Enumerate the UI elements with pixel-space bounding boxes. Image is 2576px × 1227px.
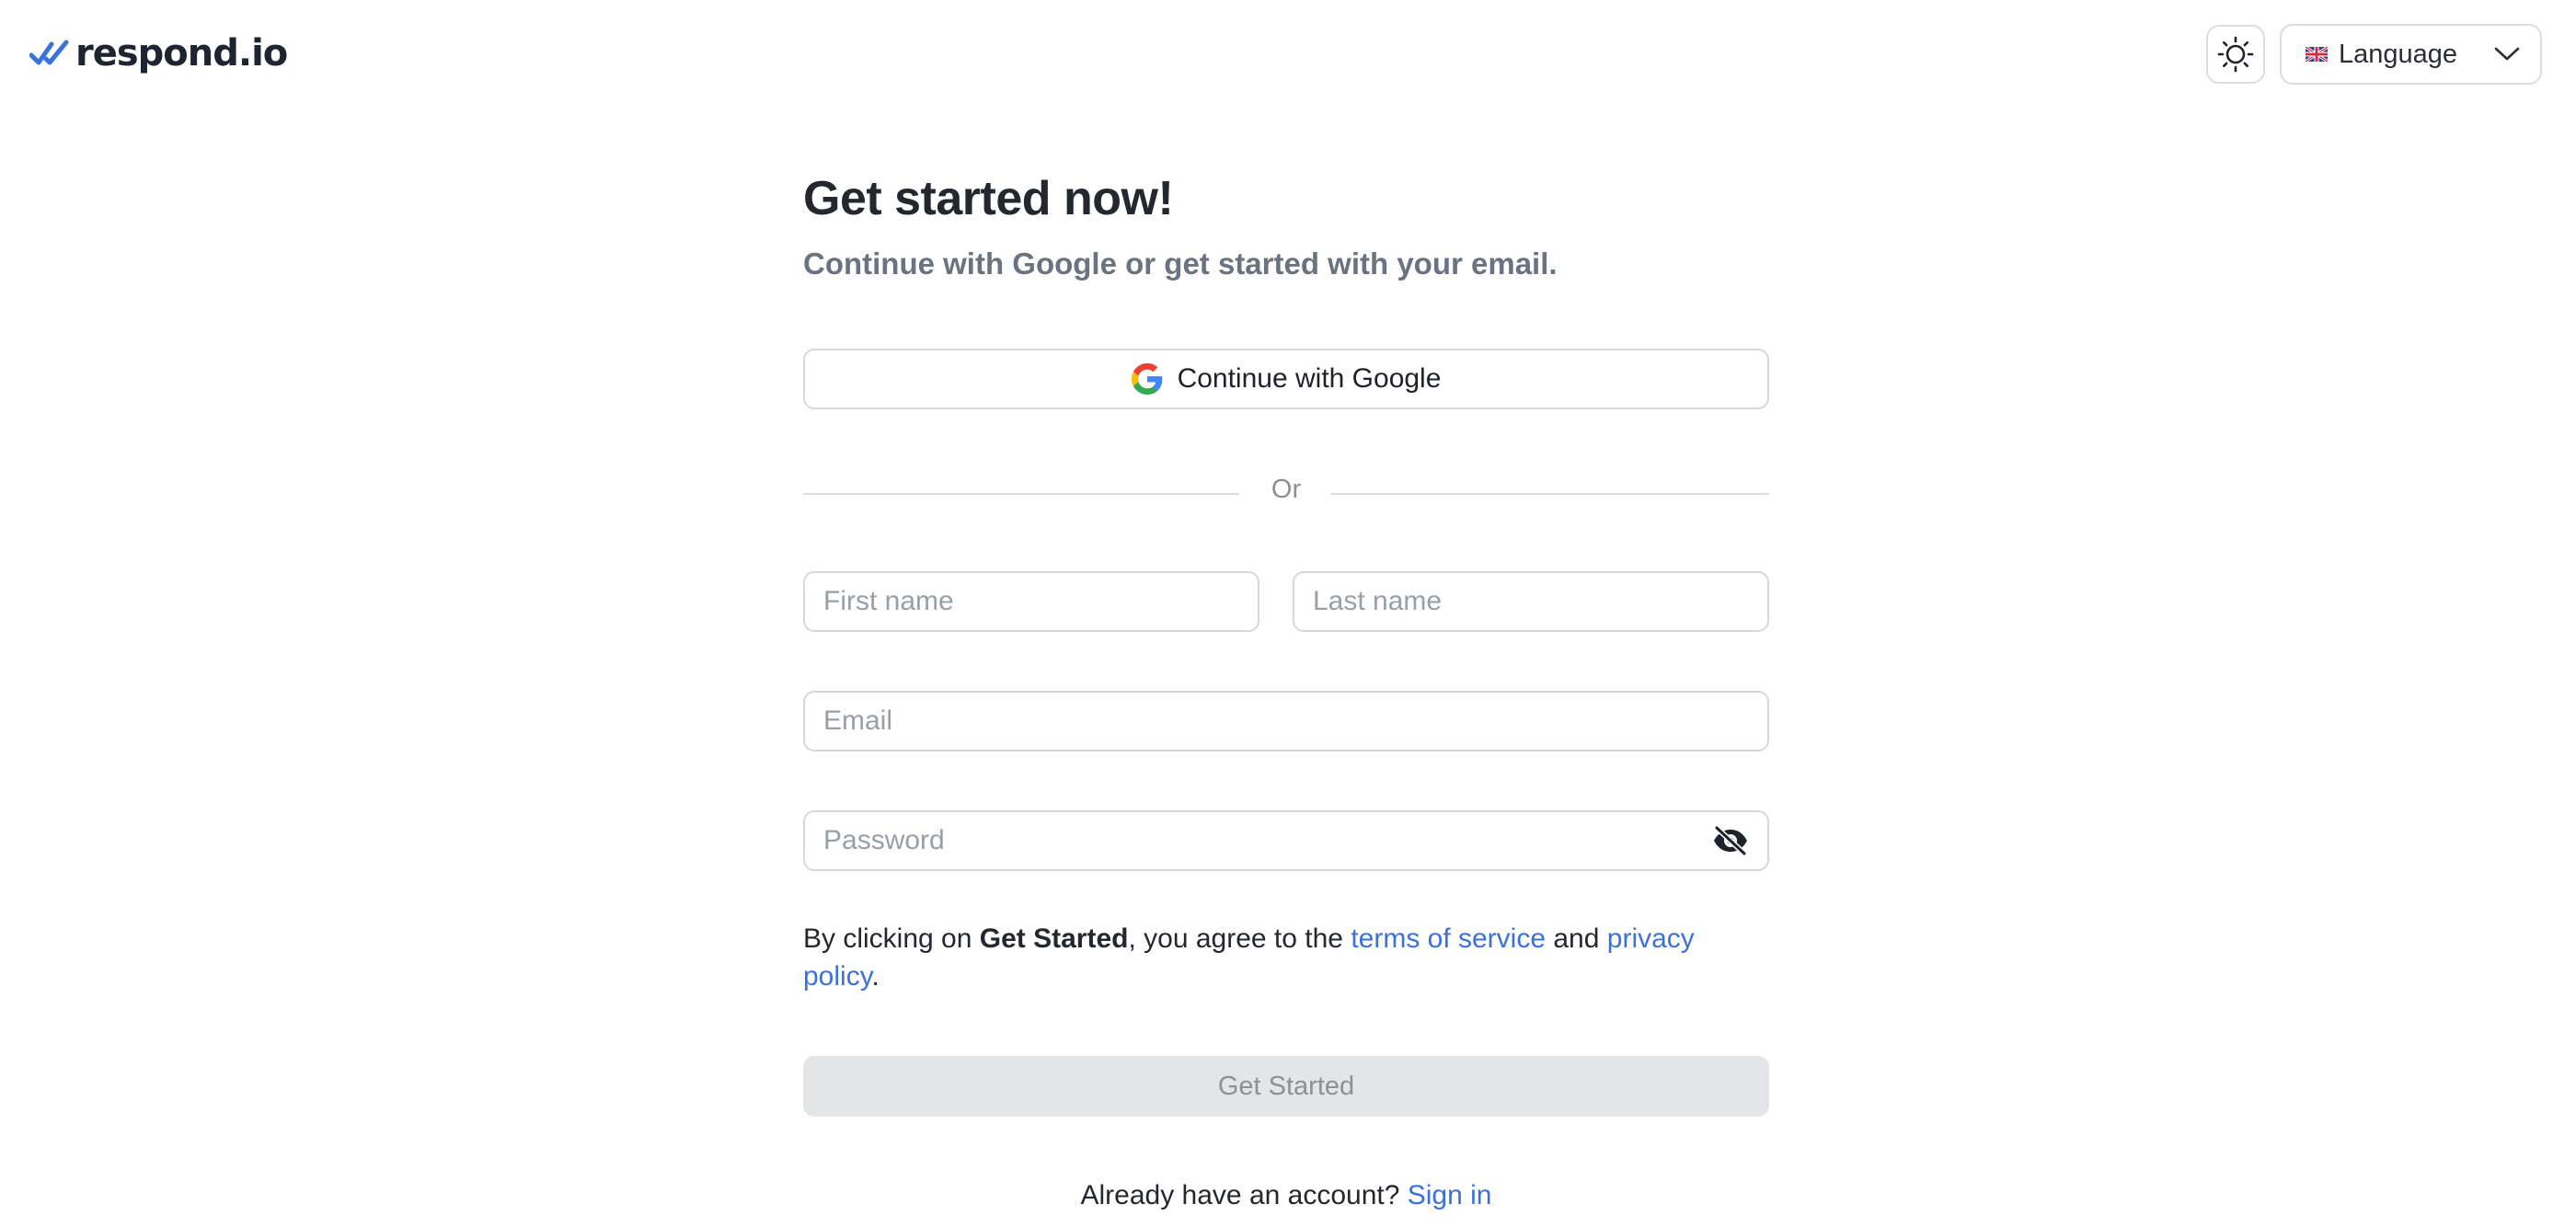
terms-notice: By clicking on Get Started, you agree to… [803, 920, 1769, 995]
terms-suffix: . [871, 961, 880, 992]
signin-prompt-text: Already have an account? [1080, 1180, 1408, 1210]
divider-line-right [1330, 493, 1769, 495]
email-input[interactable] [823, 705, 1749, 737]
password-field[interactable] [803, 810, 1769, 871]
google-icon [1131, 363, 1162, 395]
terms-middle: , you agree to the [1128, 923, 1351, 954]
double-check-logo-icon [29, 40, 69, 65]
sign-in-link[interactable]: Sign in [1408, 1180, 1492, 1210]
terms-prefix: By clicking on [803, 923, 980, 954]
toggle-password-visibility-button[interactable] [1708, 819, 1753, 863]
page-title: Get started now! [803, 172, 1174, 225]
terms-of-service-link[interactable]: terms of service [1351, 923, 1546, 954]
logo[interactable]: respond.io [29, 26, 288, 81]
eye-off-icon [1714, 825, 1747, 856]
or-text: Or [1271, 475, 1302, 504]
last-name-input[interactable] [1313, 586, 1749, 617]
signin-prompt: Already have an account? Sign in [803, 1175, 1769, 1216]
sun-icon [2217, 36, 2254, 73]
first-name-field[interactable] [803, 571, 1259, 632]
last-name-field[interactable] [1293, 571, 1769, 632]
language-select[interactable]: Language [2280, 24, 2542, 85]
continue-with-google-button[interactable]: Continue with Google [803, 349, 1769, 409]
continue-with-google-label: Continue with Google [1177, 363, 1442, 394]
uk-flag-icon [2306, 47, 2328, 62]
first-name-input[interactable] [823, 586, 1239, 617]
language-label: Language [2339, 39, 2458, 69]
password-input[interactable] [823, 825, 1708, 856]
terms-and: and [1546, 923, 1607, 954]
email-field[interactable] [803, 691, 1769, 751]
terms-get-started-bold: Get Started [979, 923, 1129, 954]
signup-form: Get started now! Continue with Google or… [803, 0, 1769, 1227]
theme-toggle-button[interactable] [2206, 25, 2265, 84]
get-started-button[interactable]: Get Started [803, 1056, 1769, 1117]
or-divider: Or [803, 469, 1769, 510]
page-subtitle: Continue with Google or get started with… [803, 247, 1558, 281]
chevron-down-icon [2494, 47, 2520, 61]
logo-text: respond.io [75, 32, 288, 75]
